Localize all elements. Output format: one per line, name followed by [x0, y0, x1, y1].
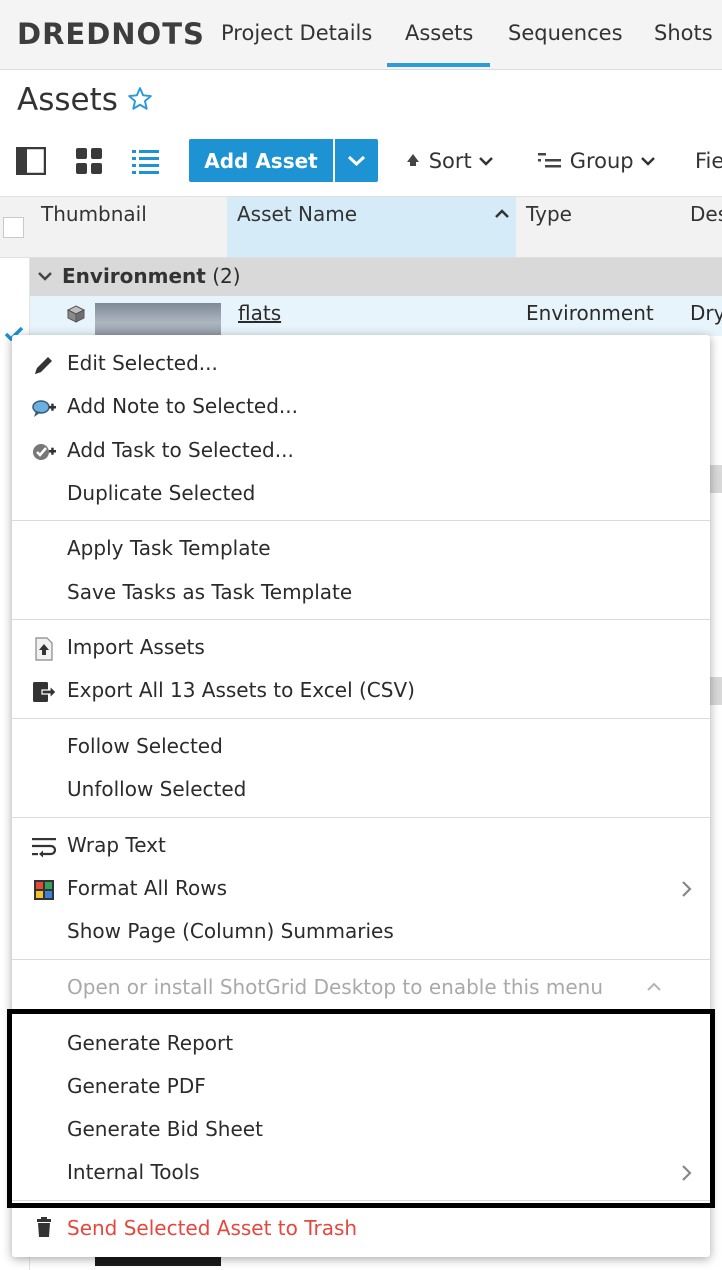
menu-item-label: Duplicate Selected: [67, 481, 256, 505]
group-row-edge: [710, 677, 722, 705]
group-name: Environment: [62, 264, 206, 288]
menu-divider: [12, 619, 710, 620]
chevron-down-icon: [347, 155, 366, 167]
menu-item-label: Internal Tools: [67, 1160, 200, 1184]
tab-project-details[interactable]: Project Details: [221, 21, 372, 45]
chevron-down-icon: [479, 157, 494, 166]
menu-item-desktop-notice: Open or install ShotGrid Desktop to enab…: [12, 969, 710, 1009]
menu-item-unfollow[interactable]: Unfollow Selected: [12, 771, 710, 811]
sort-arrow-icon: [407, 154, 419, 166]
menu-item-label: Follow Selected: [67, 734, 223, 758]
menu-item-label: Import Assets: [67, 635, 205, 659]
fields-button[interactable]: Fie: [695, 149, 722, 173]
menu-item-label: Unfollow Selected: [67, 777, 247, 801]
column-header-label: Asset Name: [237, 202, 358, 226]
tab-sequences[interactable]: Sequences: [508, 21, 623, 45]
menu-item-label: Show Page (Column) Summaries: [67, 919, 394, 943]
menu-divider: [12, 817, 710, 818]
menu-item-trash[interactable]: Send Selected Asset to Trash: [12, 1210, 710, 1250]
chevron-right-icon: [682, 1165, 692, 1181]
active-tab-indicator: [387, 63, 490, 67]
pencil-icon: [35, 357, 52, 374]
add-asset-dropdown-button[interactable]: [335, 139, 378, 182]
menu-item-label: Export All 13 Assets to Excel (CSV): [67, 678, 415, 702]
group-row-edge: [710, 465, 722, 493]
sort-ascending-icon: [495, 209, 509, 218]
menu-item-label: Send Selected Asset to Trash: [67, 1216, 358, 1240]
group-label: Group: [569, 149, 634, 173]
column-header-thumbnail[interactable]: Thumbnail: [31, 197, 227, 257]
menu-item-format-rows[interactable]: Format All Rows: [12, 870, 710, 910]
column-header-description[interactable]: Des: [680, 197, 722, 257]
menu-item-label: Open or install ShotGrid Desktop to enab…: [67, 975, 604, 999]
menu-item-apply-task-template[interactable]: Apply Task Template: [12, 530, 710, 570]
chevron-up-icon: [647, 982, 661, 991]
project-brand[interactable]: DREDNOTS: [17, 17, 205, 51]
menu-divider: [12, 718, 710, 719]
asset-description-cell[interactable]: Dry: [690, 301, 722, 325]
menu-item-label: Add Note to Selected...: [67, 394, 298, 418]
menu-item-label: Edit Selected...: [67, 351, 218, 375]
menu-item-generate-report[interactable]: Generate Report: [12, 1025, 710, 1065]
export-icon: [33, 682, 57, 702]
menu-item-duplicate[interactable]: Duplicate Selected: [12, 475, 710, 515]
chevron-down-icon[interactable]: [37, 270, 53, 282]
page-title: Assets: [17, 82, 118, 118]
tab-shots[interactable]: Shots: [654, 21, 713, 45]
menu-item-import-assets[interactable]: Import Assets: [12, 629, 710, 669]
menu-item-edit-selected[interactable]: Edit Selected...: [12, 345, 710, 385]
column-header-type[interactable]: Type: [516, 197, 678, 257]
menu-item-label: Generate PDF: [67, 1074, 206, 1098]
menu-item-show-summaries[interactable]: Show Page (Column) Summaries: [12, 913, 710, 953]
menu-item-add-note[interactable]: Add Note to Selected...: [12, 388, 710, 428]
menu-divider: [12, 1200, 710, 1201]
favorite-star-icon[interactable]: [127, 86, 153, 112]
add-task-icon: [33, 444, 56, 460]
import-file-icon: [35, 637, 53, 661]
menu-divider: [12, 520, 710, 521]
menu-item-label: Generate Bid Sheet: [67, 1117, 263, 1141]
menu-item-label: Format All Rows: [67, 876, 227, 900]
menu-item-follow[interactable]: Follow Selected: [12, 728, 710, 768]
menu-item-label: Add Task to Selected...: [67, 438, 294, 462]
select-all-checkbox[interactable]: [3, 217, 24, 238]
tab-assets[interactable]: Assets: [405, 21, 473, 45]
trash-icon: [37, 1217, 51, 1237]
menu-item-add-task[interactable]: Add Task to Selected...: [12, 432, 710, 472]
chevron-down-icon: [641, 157, 656, 166]
top-nav-bar: DREDNOTS Project Details Assets Sequence…: [0, 0, 722, 70]
group-list-icon: [538, 153, 561, 168]
list-view-icon[interactable]: [131, 147, 161, 175]
menu-item-label: Apply Task Template: [67, 536, 271, 560]
asset-cube-icon: [66, 305, 86, 323]
asset-type-cell[interactable]: Environment: [526, 301, 654, 325]
menu-item-label: Save Tasks as Task Template: [67, 580, 353, 604]
menu-item-generate-bid-sheet[interactable]: Generate Bid Sheet: [12, 1111, 710, 1151]
menu-item-generate-pdf[interactable]: Generate PDF: [12, 1068, 710, 1108]
menu-item-internal-tools[interactable]: Internal Tools: [12, 1154, 710, 1194]
detail-view-icon[interactable]: [16, 147, 46, 175]
sort-button[interactable]: Sort: [404, 149, 494, 173]
group-count: (2): [212, 264, 241, 288]
menu-item-save-task-template[interactable]: Save Tasks as Task Template: [12, 574, 710, 614]
asset-name-link[interactable]: flats: [238, 301, 281, 325]
asset-thumbnail[interactable]: [95, 303, 221, 336]
menu-divider: [12, 959, 710, 960]
group-label: Environment (2): [62, 264, 241, 288]
menu-item-export-csv[interactable]: Export All 13 Assets to Excel (CSV): [12, 672, 710, 712]
grid-view-icon[interactable]: [74, 147, 104, 175]
group-button[interactable]: Group: [537, 149, 656, 173]
chevron-right-icon: [682, 881, 692, 897]
menu-item-wrap-text[interactable]: Wrap Text: [12, 827, 710, 867]
column-header-asset-name[interactable]: Asset Name: [227, 197, 516, 257]
wrap-text-icon: [32, 838, 57, 858]
format-color-grid-icon: [34, 880, 54, 900]
add-asset-button[interactable]: Add Asset: [189, 139, 333, 182]
grid-header: Thumbnail Asset Name Type Des: [0, 196, 722, 258]
add-note-icon: [32, 400, 56, 417]
sort-label: Sort: [428, 149, 472, 173]
menu-item-label: Generate Report: [67, 1031, 234, 1055]
menu-item-label: Wrap Text: [67, 833, 166, 857]
